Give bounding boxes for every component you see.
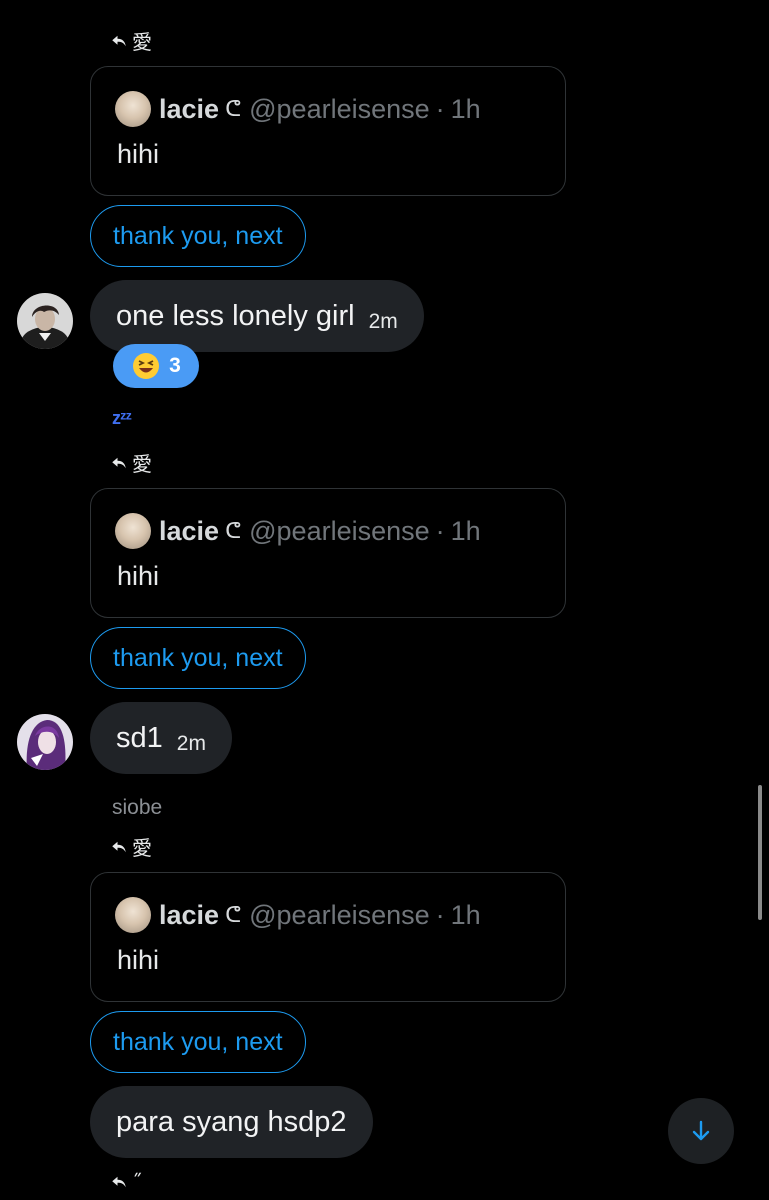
reaction-count: 3: [169, 354, 181, 377]
quoted-author-name: lacie: [159, 515, 220, 546]
quoted-time: 1h: [450, 899, 481, 930]
quoted-message-card[interactable]: lacie ᕦ @pearleisense · 1h hihi: [90, 66, 566, 196]
sender-avatar[interactable]: [17, 293, 73, 349]
reply-indicator: ˝: [110, 1170, 142, 1194]
quoted-message-text: hihi: [117, 561, 160, 591]
quoted-author-handle: @pearleisense: [249, 515, 430, 546]
quoted-message-header: lacie ᕦ @pearleisense · 1h: [115, 895, 481, 935]
arrow-down-icon: [692, 1120, 710, 1141]
reply-indicator: 愛: [110, 26, 152, 55]
quoted-author-handle: @pearleisense: [249, 93, 430, 124]
laughing-emoji-icon: [133, 353, 160, 379]
quoted-author-flourish: ᕦ: [225, 902, 242, 927]
scrollbar-thumb[interactable]: [758, 785, 762, 920]
quoted-message-text: hihi: [117, 945, 160, 975]
quoted-author-avatar: [115, 897, 151, 933]
scroll-to-bottom-button[interactable]: [668, 1098, 734, 1164]
quoted-message-card[interactable]: lacie ᕦ @pearleisense · 1h hihi: [90, 488, 566, 618]
separator-dot: ·: [435, 515, 445, 546]
quoted-author-flourish: ᕦ: [225, 96, 242, 121]
reply-target-label: 愛: [132, 836, 152, 860]
reply-indicator: 愛: [110, 448, 152, 477]
quick-reply-button[interactable]: thank you, next: [90, 1011, 306, 1073]
sender-name: siobe: [112, 796, 163, 819]
message-timestamp: 2m: [368, 310, 398, 333]
separator-dot: ·: [435, 93, 445, 124]
avatar-image: [17, 293, 73, 349]
separator-dot: ·: [435, 899, 445, 930]
message-bubble[interactable]: para syang hsdp2: [90, 1086, 373, 1158]
avatar-image: [17, 714, 73, 770]
reply-target-label: ˝: [132, 1170, 142, 1194]
quick-reply-button[interactable]: thank you, next: [90, 627, 306, 689]
message-timestamp: 2m: [176, 732, 206, 755]
message-bubble[interactable]: sd1 2m: [90, 702, 232, 774]
quoted-time: 1h: [450, 93, 481, 124]
quoted-time: 1h: [450, 515, 481, 546]
reply-arrow-icon: [112, 457, 126, 468]
quoted-message-header: lacie ᕦ @pearleisense · 1h: [115, 511, 481, 551]
quoted-author-avatar: [115, 91, 151, 127]
reaction-pill[interactable]: 3: [113, 344, 199, 388]
message-text: para syang hsdp2: [116, 1105, 347, 1138]
quoted-message-text: hihi: [117, 139, 160, 169]
sender-avatar[interactable]: [17, 714, 73, 770]
typing-indicator: zᶻᶻ: [112, 408, 132, 428]
quoted-author-handle: @pearleisense: [249, 899, 430, 930]
reply-indicator: 愛: [110, 832, 152, 861]
reply-target-label: 愛: [132, 30, 152, 54]
reply-arrow-icon: [112, 35, 126, 46]
quoted-author-avatar: [115, 513, 151, 549]
quoted-author-flourish: ᕦ: [225, 518, 242, 543]
dm-conversation: 愛 lacie ᕦ @pearleisense · 1h hihi thank …: [0, 0, 769, 1200]
quoted-author-name: lacie: [159, 93, 220, 124]
message-text: sd1: [116, 721, 163, 754]
reply-arrow-icon: [112, 1176, 126, 1188]
reply-arrow-icon: [112, 841, 126, 852]
quoted-message-card[interactable]: lacie ᕦ @pearleisense · 1h hihi: [90, 872, 566, 1002]
reply-target-label: 愛: [132, 452, 152, 476]
message-text: one less lonely girl: [116, 299, 355, 332]
message-bubble[interactable]: one less lonely girl 2m: [90, 280, 424, 352]
quoted-author-name: lacie: [159, 899, 220, 930]
quick-reply-button[interactable]: thank you, next: [90, 205, 306, 267]
quoted-message-header: lacie ᕦ @pearleisense · 1h: [115, 89, 481, 129]
